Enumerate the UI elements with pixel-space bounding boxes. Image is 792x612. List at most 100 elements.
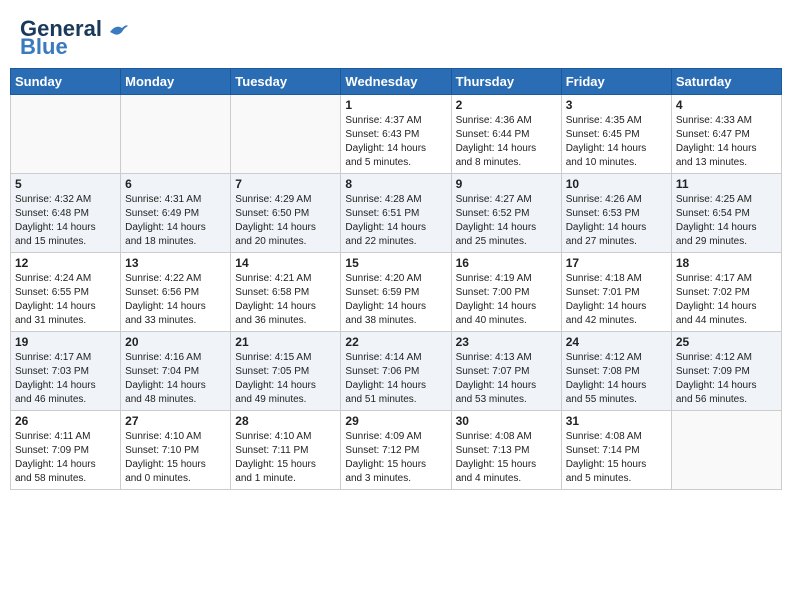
day-info: Sunrise: 4:10 AM Sunset: 7:11 PM Dayligh…: [235, 430, 336, 486]
day-info: Sunrise: 4:15 AM Sunset: 7:05 PM Dayligh…: [235, 351, 336, 407]
day-number: 20: [125, 335, 226, 349]
day-info: Sunrise: 4:20 AM Sunset: 6:59 PM Dayligh…: [345, 272, 446, 328]
calendar-cell: 23 Sunrise: 4:13 AM Sunset: 7:07 PM Dayli…: [451, 332, 561, 411]
day-info: Sunrise: 4:26 AM Sunset: 6:53 PM Dayligh…: [566, 193, 667, 249]
day-info: Sunrise: 4:37 AM Sunset: 6:43 PM Dayligh…: [345, 114, 446, 170]
day-number: 24: [566, 335, 667, 349]
day-number: 9: [456, 177, 557, 191]
day-number: 13: [125, 256, 226, 270]
calendar-header-friday: Friday: [561, 69, 671, 95]
calendar-cell: 18Sunrise: 4:17 AM Sunset: 7:02 PM Dayli…: [671, 253, 781, 332]
day-number: 19: [15, 335, 116, 349]
day-number: 21: [235, 335, 336, 349]
day-info: Sunrise: 4:31 AM Sunset: 6:49 PM Dayligh…: [125, 193, 226, 249]
day-info: Sunrise: 4:13 AM Sunset: 7:07 PM Dayligh…: [456, 351, 557, 407]
day-number: 10: [566, 177, 667, 191]
day-info: Sunrise: 4:21 AM Sunset: 6:58 PM Dayligh…: [235, 272, 336, 328]
day-number: 28: [235, 414, 336, 428]
day-number: 12: [15, 256, 116, 270]
day-number: 30: [456, 414, 557, 428]
day-info: Sunrise: 4:35 AM Sunset: 6:45 PM Dayligh…: [566, 114, 667, 170]
day-info: Sunrise: 4:11 AM Sunset: 7:09 PM Dayligh…: [15, 430, 116, 486]
calendar-week-row: 19 Sunrise: 4:17 AM Sunset: 7:03 PM Dayli…: [11, 332, 782, 411]
calendar-week-row: 1 Sunrise: 4:37 AM Sunset: 6:43 PM Daylig…: [11, 95, 782, 174]
day-info: Sunrise: 4:09 AM Sunset: 7:12 PM Dayligh…: [345, 430, 446, 486]
day-number: 31: [566, 414, 667, 428]
day-number: 16: [456, 256, 557, 270]
calendar-cell: 24Sunrise: 4:12 AM Sunset: 7:08 PM Dayli…: [561, 332, 671, 411]
day-number: 22: [345, 335, 446, 349]
day-info: Sunrise: 4:18 AM Sunset: 7:01 PM Dayligh…: [566, 272, 667, 328]
calendar-header-row: SundayMondayTuesdayWednesdayThursdayFrid…: [11, 69, 782, 95]
calendar-cell: [231, 95, 341, 174]
day-number: 3: [566, 98, 667, 112]
day-info: Sunrise: 4:14 AM Sunset: 7:06 PM Dayligh…: [345, 351, 446, 407]
calendar-cell: 29 Sunrise: 4:09 AM Sunset: 7:12 PM Dayli…: [341, 411, 451, 490]
day-info: Sunrise: 4:36 AM Sunset: 6:44 PM Dayligh…: [456, 114, 557, 170]
calendar-cell: 31 Sunrise: 4:08 AM Sunset: 7:14 PM Dayli…: [561, 411, 671, 490]
day-info: Sunrise: 4:16 AM Sunset: 7:04 PM Dayligh…: [125, 351, 226, 407]
calendar-cell: 28 Sunrise: 4:10 AM Sunset: 7:11 PM Dayli…: [231, 411, 341, 490]
day-info: Sunrise: 4:17 AM Sunset: 7:03 PM Dayligh…: [15, 351, 116, 407]
day-info: Sunrise: 4:29 AM Sunset: 6:50 PM Dayligh…: [235, 193, 336, 249]
calendar-cell: 5 Sunrise: 4:32 AM Sunset: 6:48 PM Daylig…: [11, 174, 121, 253]
calendar-cell: 17Sunrise: 4:18 AM Sunset: 7:01 PM Dayli…: [561, 253, 671, 332]
day-info: Sunrise: 4:25 AM Sunset: 6:54 PM Dayligh…: [676, 193, 777, 249]
day-info: Sunrise: 4:08 AM Sunset: 7:14 PM Dayligh…: [566, 430, 667, 486]
calendar-cell: 11 Sunrise: 4:25 AM Sunset: 6:54 PM Dayli…: [671, 174, 781, 253]
day-number: 5: [15, 177, 116, 191]
calendar-cell: 16 Sunrise: 4:19 AM Sunset: 7:00 PM Dayli…: [451, 253, 561, 332]
day-number: 4: [676, 98, 777, 112]
calendar-cell: 14 Sunrise: 4:21 AM Sunset: 6:58 PM Dayli…: [231, 253, 341, 332]
calendar-week-row: 12 Sunrise: 4:24 AM Sunset: 6:55 PM Dayli…: [11, 253, 782, 332]
calendar-header-monday: Monday: [121, 69, 231, 95]
calendar-cell: 20 Sunrise: 4:16 AM Sunset: 7:04 PM Dayli…: [121, 332, 231, 411]
calendar-cell: 6 Sunrise: 4:31 AM Sunset: 6:49 PM Daylig…: [121, 174, 231, 253]
logo-bird-icon: [108, 22, 130, 38]
calendar-cell: 10 Sunrise: 4:26 AM Sunset: 6:53 PM Dayli…: [561, 174, 671, 253]
day-number: 25: [676, 335, 777, 349]
calendar-cell: 22 Sunrise: 4:14 AM Sunset: 7:06 PM Dayli…: [341, 332, 451, 411]
calendar-cell: 2 Sunrise: 4:36 AM Sunset: 6:44 PM Daylig…: [451, 95, 561, 174]
calendar-cell: 27Sunrise: 4:10 AM Sunset: 7:10 PM Dayli…: [121, 411, 231, 490]
day-number: 18: [676, 256, 777, 270]
calendar-cell: 7 Sunrise: 4:29 AM Sunset: 6:50 PM Daylig…: [231, 174, 341, 253]
calendar-cell: 19 Sunrise: 4:17 AM Sunset: 7:03 PM Dayli…: [11, 332, 121, 411]
day-number: 8: [345, 177, 446, 191]
day-info: Sunrise: 4:32 AM Sunset: 6:48 PM Dayligh…: [15, 193, 116, 249]
calendar-header-thursday: Thursday: [451, 69, 561, 95]
day-number: 1: [345, 98, 446, 112]
calendar-table: SundayMondayTuesdayWednesdayThursdayFrid…: [10, 68, 782, 490]
calendar-cell: 21 Sunrise: 4:15 AM Sunset: 7:05 PM Dayli…: [231, 332, 341, 411]
day-info: Sunrise: 4:22 AM Sunset: 6:56 PM Dayligh…: [125, 272, 226, 328]
calendar-header-tuesday: Tuesday: [231, 69, 341, 95]
day-number: 11: [676, 177, 777, 191]
day-number: 7: [235, 177, 336, 191]
calendar-cell: 26 Sunrise: 4:11 AM Sunset: 7:09 PM Dayli…: [11, 411, 121, 490]
page-header: General Blue: [10, 10, 782, 63]
calendar-cell: 8 Sunrise: 4:28 AM Sunset: 6:51 PM Daylig…: [341, 174, 451, 253]
day-number: 29: [345, 414, 446, 428]
day-number: 26: [15, 414, 116, 428]
calendar-week-row: 5 Sunrise: 4:32 AM Sunset: 6:48 PM Daylig…: [11, 174, 782, 253]
calendar-cell: 15 Sunrise: 4:20 AM Sunset: 6:59 PM Dayli…: [341, 253, 451, 332]
calendar-week-row: 26 Sunrise: 4:11 AM Sunset: 7:09 PM Dayli…: [11, 411, 782, 490]
day-info: Sunrise: 4:19 AM Sunset: 7:00 PM Dayligh…: [456, 272, 557, 328]
day-number: 6: [125, 177, 226, 191]
day-info: Sunrise: 4:24 AM Sunset: 6:55 PM Dayligh…: [15, 272, 116, 328]
calendar-cell: [121, 95, 231, 174]
day-number: 2: [456, 98, 557, 112]
calendar-cell: 1 Sunrise: 4:37 AM Sunset: 6:43 PM Daylig…: [341, 95, 451, 174]
calendar-header-wednesday: Wednesday: [341, 69, 451, 95]
day-number: 23: [456, 335, 557, 349]
day-number: 15: [345, 256, 446, 270]
day-info: Sunrise: 4:12 AM Sunset: 7:09 PM Dayligh…: [676, 351, 777, 407]
calendar-header-saturday: Saturday: [671, 69, 781, 95]
calendar-cell: 9Sunrise: 4:27 AM Sunset: 6:52 PM Daylig…: [451, 174, 561, 253]
day-number: 14: [235, 256, 336, 270]
calendar-cell: 4Sunrise: 4:33 AM Sunset: 6:47 PM Daylig…: [671, 95, 781, 174]
logo: General Blue: [20, 18, 130, 58]
calendar-cell: 13 Sunrise: 4:22 AM Sunset: 6:56 PM Dayli…: [121, 253, 231, 332]
day-info: Sunrise: 4:28 AM Sunset: 6:51 PM Dayligh…: [345, 193, 446, 249]
logo-blue-text: Blue: [20, 36, 68, 58]
